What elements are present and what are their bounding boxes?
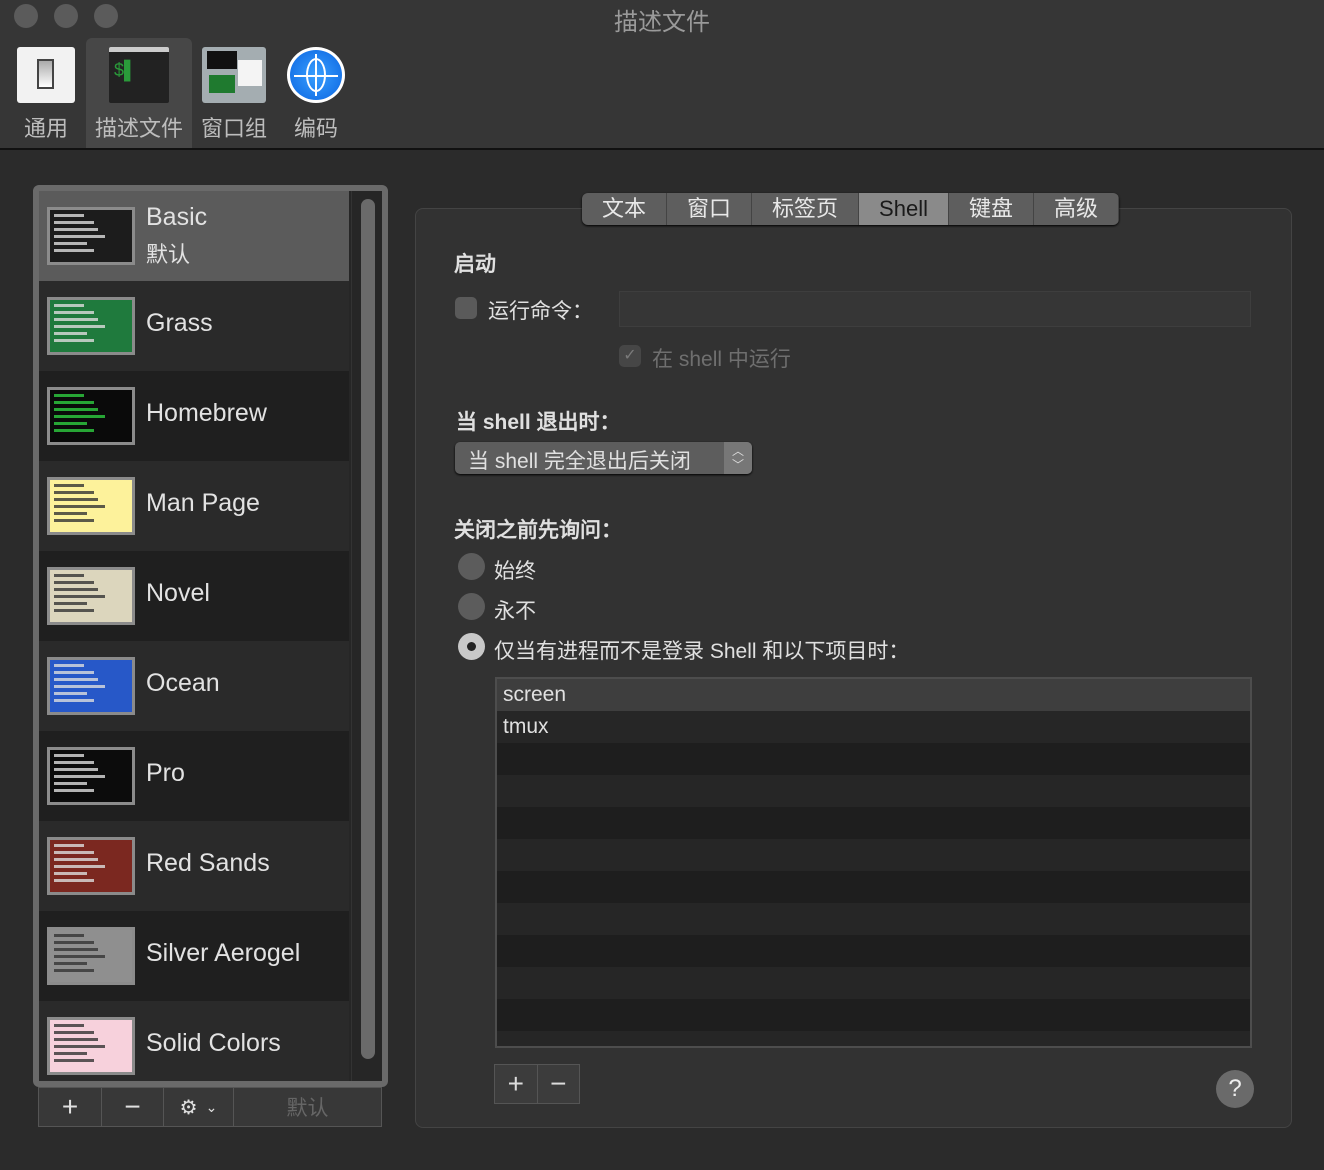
toolbar-item-profiles[interactable]: $▌ 描述文件 bbox=[86, 38, 192, 148]
gear-icon: ⚙ bbox=[179, 1096, 198, 1119]
startup-heading: 启动 bbox=[454, 253, 496, 276]
add-process-button[interactable]: + bbox=[495, 1065, 538, 1103]
radio-only-if-processes-label: 仅当有进程而不是登录 Shell 和以下项目时： bbox=[494, 640, 910, 663]
toolbar-label: 描述文件 bbox=[94, 116, 183, 141]
tab-0[interactable]: 文本 bbox=[582, 193, 668, 225]
on-exit-heading: 当 shell 退出时： bbox=[456, 411, 621, 434]
run-in-shell-checkbox[interactable]: ✓ bbox=[619, 345, 641, 367]
profile-name: Ocean bbox=[146, 669, 220, 697]
profile-item[interactable]: Grass bbox=[39, 281, 349, 371]
profile-item[interactable]: Homebrew bbox=[39, 371, 349, 461]
profile-thumbnail bbox=[47, 1017, 135, 1075]
profile-thumbnail bbox=[47, 837, 135, 895]
window-groups-icon bbox=[202, 47, 266, 103]
remove-process-button[interactable]: − bbox=[538, 1065, 580, 1103]
window-title: 描述文件 bbox=[614, 9, 710, 36]
process-row[interactable]: tmux bbox=[497, 711, 1250, 743]
process-row[interactable] bbox=[497, 871, 1250, 903]
profile-item[interactable]: Silver Aerogel bbox=[39, 911, 349, 1001]
run-command-label: 运行命令： bbox=[488, 300, 593, 323]
profile-item[interactable]: Pro bbox=[39, 731, 349, 821]
switch-icon bbox=[17, 47, 75, 103]
radio-never[interactable] bbox=[458, 593, 485, 620]
profile-item[interactable]: Ocean bbox=[39, 641, 349, 731]
toolbar-label: 通用 bbox=[23, 116, 68, 141]
process-row[interactable] bbox=[497, 903, 1250, 935]
profile-name: Basic bbox=[146, 203, 208, 231]
tab-2[interactable]: 标签页 bbox=[752, 193, 860, 225]
on-exit-select[interactable]: 当 shell 完全退出后关闭 ︿ ﹀ bbox=[455, 442, 752, 474]
terminal-icon: $▌ bbox=[109, 47, 169, 103]
scrollbar-thumb[interactable] bbox=[361, 199, 375, 1059]
profile-thumbnail bbox=[47, 927, 135, 985]
profile-item[interactable]: Basic 默认 bbox=[39, 191, 349, 281]
profile-list[interactable]: Solid Colors Silver Aerogel Red Sands Pro Oc… bbox=[33, 185, 388, 1087]
radio-only-if-processes[interactable] bbox=[458, 633, 485, 660]
run-in-shell-label: 在 shell 中运行 bbox=[652, 348, 791, 371]
ask-before-close-heading: 关闭之前先询问： bbox=[454, 519, 622, 542]
profile-thumbnail bbox=[47, 567, 135, 625]
profile-name: Grass bbox=[146, 309, 213, 337]
process-row[interactable] bbox=[497, 839, 1250, 871]
profile-thumbnail bbox=[47, 657, 135, 715]
profile-item[interactable]: Novel bbox=[39, 551, 349, 641]
title-bar: 描述文件 通用 $▌ 描述文件 窗口组 编码 bbox=[0, 0, 1324, 150]
profile-item[interactable]: Man Page bbox=[39, 461, 349, 551]
profile-name: Silver Aerogel bbox=[146, 939, 301, 967]
add-profile-button[interactable]: + bbox=[39, 1088, 102, 1126]
radio-always-label: 始终 bbox=[494, 560, 536, 583]
profile-name: Pro bbox=[146, 759, 185, 787]
profile-item[interactable]: Red Sands bbox=[39, 821, 349, 911]
process-row[interactable] bbox=[497, 775, 1250, 807]
globe-icon bbox=[287, 47, 345, 103]
tab-1[interactable]: 窗口 bbox=[667, 193, 753, 225]
run-command-checkbox[interactable] bbox=[455, 297, 477, 319]
run-command-input[interactable] bbox=[619, 291, 1251, 327]
process-row[interactable] bbox=[497, 967, 1250, 999]
toolbar-item-encodings[interactable]: 编码 bbox=[284, 38, 348, 148]
profile-thumbnail bbox=[47, 747, 135, 805]
profile-name: Red Sands bbox=[146, 849, 270, 877]
help-button[interactable]: ? bbox=[1216, 1070, 1254, 1108]
profile-thumbnail bbox=[47, 207, 135, 265]
profile-list-buttons: + − ⚙ ⌄ 默认 bbox=[38, 1087, 382, 1127]
profile-name: Man Page bbox=[146, 489, 260, 517]
process-row[interactable] bbox=[497, 743, 1250, 775]
profile-name: Novel bbox=[146, 579, 210, 607]
profile-thumbnail bbox=[47, 387, 135, 445]
up-down-chevron-icon: ︿ ﹀ bbox=[724, 442, 752, 474]
gear-menu-button[interactable]: ⚙ ⌄ bbox=[164, 1088, 234, 1126]
profile-item[interactable]: Solid Colors bbox=[39, 1001, 349, 1081]
process-list-buttons: + − bbox=[494, 1064, 580, 1104]
set-default-button[interactable]: 默认 bbox=[234, 1088, 381, 1126]
toolbar-label: 窗口组 bbox=[200, 116, 267, 141]
profile-name: Homebrew bbox=[146, 399, 267, 427]
profile-default-label: 默认 bbox=[146, 242, 191, 267]
toolbar-label: 编码 bbox=[293, 116, 338, 141]
process-list[interactable]: screen tmux bbox=[495, 677, 1252, 1048]
settings-tabs: 文本 窗口 标签页 Shell 键盘 高级 bbox=[582, 193, 1119, 225]
process-row[interactable]: screen bbox=[497, 679, 1250, 711]
process-row[interactable] bbox=[497, 999, 1250, 1031]
toolbar-item-window-groups[interactable]: 窗口组 bbox=[198, 38, 270, 148]
process-row[interactable] bbox=[497, 807, 1250, 839]
profile-name: Solid Colors bbox=[146, 1029, 281, 1057]
remove-profile-button[interactable]: − bbox=[102, 1088, 164, 1126]
process-row[interactable] bbox=[497, 1031, 1250, 1046]
tab-5[interactable]: 高级 bbox=[1034, 193, 1119, 225]
process-row[interactable] bbox=[497, 935, 1250, 967]
on-exit-selected-value: 当 shell 完全退出后关闭 bbox=[468, 450, 691, 473]
tab-3[interactable]: Shell bbox=[859, 193, 949, 225]
radio-always[interactable] bbox=[458, 553, 485, 580]
tab-4[interactable]: 键盘 bbox=[949, 193, 1034, 225]
chevron-down-icon: ⌄ bbox=[205, 1098, 218, 1115]
scrollbar[interactable] bbox=[351, 191, 382, 1081]
profile-thumbnail bbox=[47, 477, 135, 535]
profile-thumbnail bbox=[47, 297, 135, 355]
radio-never-label: 永不 bbox=[494, 600, 536, 623]
toolbar-item-general[interactable]: 通用 bbox=[12, 38, 80, 148]
